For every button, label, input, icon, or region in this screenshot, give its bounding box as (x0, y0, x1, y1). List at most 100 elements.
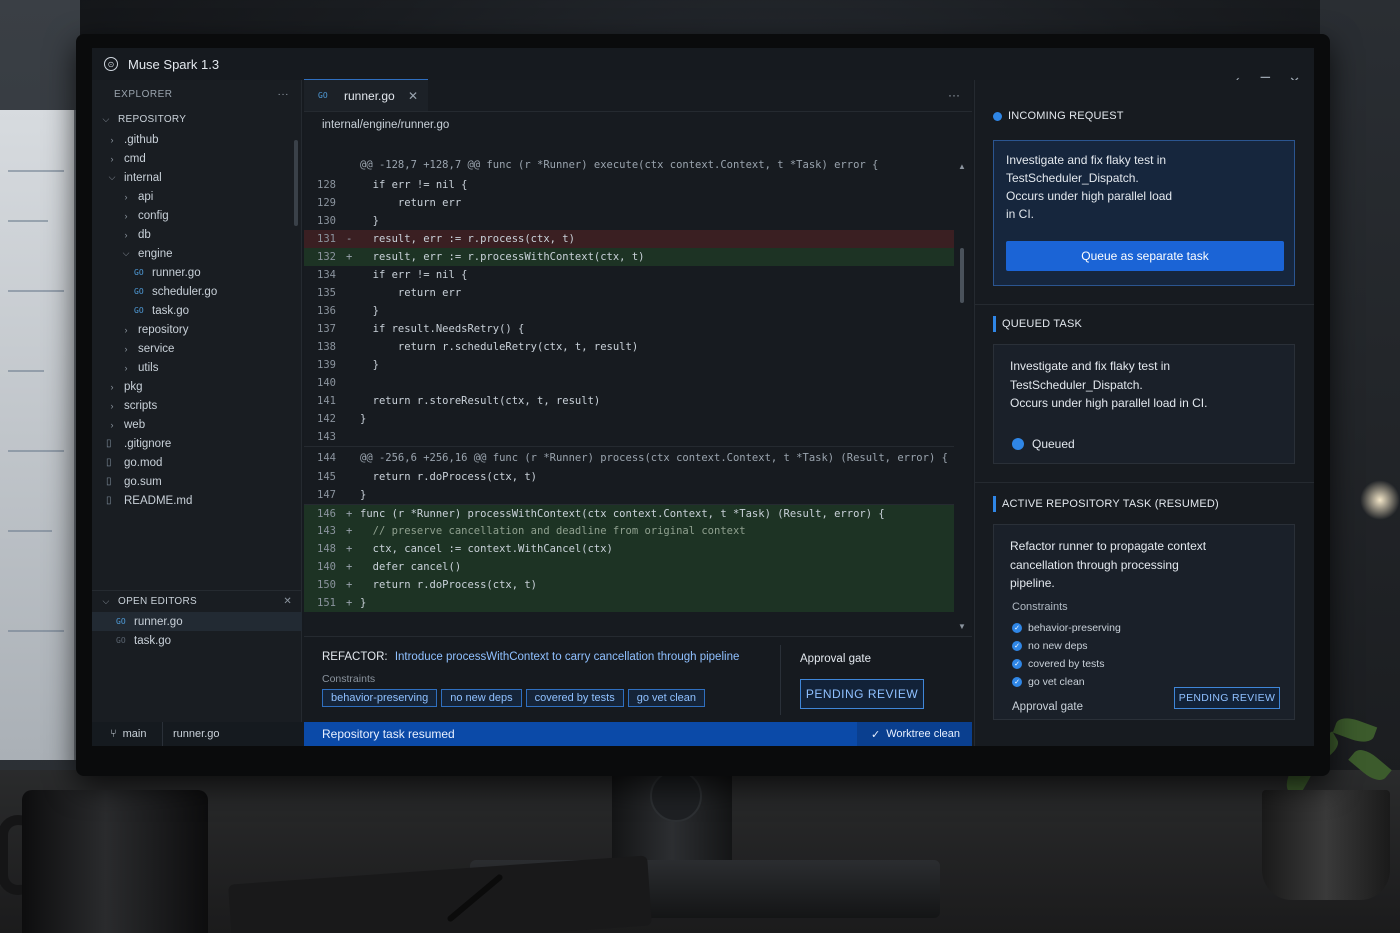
footer-file: runner.go (162, 722, 219, 746)
line-number: 138 (317, 341, 336, 353)
text-line: Refactor runner to propagate context (1010, 539, 1207, 553)
scroll-up-icon[interactable]: ▲ (958, 162, 966, 171)
tree-item[interactable]: ⌵ engine (92, 244, 301, 263)
sidebar-scrollbar[interactable] (294, 140, 298, 226)
constraint-chip: no new deps (441, 689, 522, 707)
constraints-label: Constraints (322, 673, 376, 685)
pending-review-button[interactable]: PENDING REVIEW (1174, 687, 1280, 709)
pending-review-button[interactable]: PENDING REVIEW (800, 679, 924, 709)
tree-item[interactable]: › db (92, 225, 301, 244)
open-editors-header[interactable]: ⌵ OPEN EDITORS ✕ (92, 590, 302, 612)
divider (975, 304, 1314, 305)
line-number: 143 (317, 431, 336, 443)
code-text: @@ -256,6 +256,16 @@ func (r *Runner) pr… (360, 451, 948, 464)
tree-item-label: engine (138, 247, 173, 260)
active-task-card[interactable]: Refactor runner to propagate context can… (993, 524, 1295, 720)
queued-status: Queued (1012, 437, 1075, 451)
section-marker-icon (993, 496, 996, 512)
queued-status-label: Queued (1032, 437, 1075, 451)
plant-pot (1262, 790, 1390, 900)
tree-item[interactable]: ▯ README.md (92, 491, 301, 510)
diff-view[interactable]: @@ -128,7 +128,7 @@ func (r *Runner) exe… (304, 154, 954, 632)
queue-separate-task-button[interactable]: Queue as separate task (1006, 241, 1284, 271)
chevron-right-icon: › (110, 134, 114, 145)
code-text: return err (360, 287, 462, 299)
diff-removed-line: 131- result, err := r.process(ctx, t) (304, 230, 954, 248)
tree-item[interactable]: › web (92, 415, 301, 434)
tree-item[interactable]: › repository (92, 320, 301, 339)
tree-item[interactable]: ▯ go.sum (92, 472, 301, 491)
code-scrollbar[interactable] (960, 248, 964, 303)
code-text: func (r *Runner) processWithContext(ctx … (360, 507, 885, 520)
line-number: 132 (317, 251, 336, 263)
tree-item-label: web (124, 418, 146, 431)
close-all-icon[interactable]: ✕ (283, 596, 292, 607)
line-number: 130 (317, 215, 336, 227)
divider (780, 645, 781, 715)
repository-section[interactable]: ⌵ REPOSITORY (92, 108, 301, 130)
tree-item[interactable]: ⌵ internal (92, 168, 301, 187)
branch-indicator[interactable]: ⑂ main (92, 728, 162, 740)
file-icon: ▯ (106, 495, 112, 506)
check-circle-icon: ✓ (1012, 659, 1022, 669)
go-file-icon: GO (318, 91, 328, 100)
coffee-mug (22, 790, 208, 933)
text-line: Occurs under high parallel load in CI. (1010, 396, 1208, 410)
constraint-item: ✓ covered by tests (1012, 655, 1121, 673)
tree-item[interactable]: › api (92, 187, 301, 206)
file-icon: ▯ (106, 476, 112, 487)
tree-item[interactable]: › .github (92, 130, 301, 149)
queued-task-header: QUEUED TASK (993, 316, 1082, 332)
tree-item[interactable]: › service (92, 339, 301, 358)
line-number: 135 (317, 287, 336, 299)
chevron-down-icon: ⌵ (108, 172, 116, 182)
more-icon[interactable]: ··· (948, 88, 960, 102)
tree-item[interactable]: › scripts (92, 396, 301, 415)
more-icon[interactable]: ··· (278, 89, 290, 100)
check-circle-icon: ✓ (1012, 677, 1022, 687)
tree-item[interactable]: ▯ .gitignore (92, 434, 301, 453)
close-tab-icon[interactable]: ✕ (408, 89, 418, 103)
diff-context-line: 140 (304, 374, 954, 392)
tree-item-label: config (138, 209, 169, 222)
chevron-right-icon: › (124, 210, 128, 221)
diff-marker: + (346, 525, 353, 537)
tree-item-label: runner.go (152, 266, 201, 279)
tree-item[interactable]: › utils (92, 358, 301, 377)
code-text: return r.doProcess(ctx, t) (360, 471, 538, 483)
explorer-header: EXPLORER ··· (92, 80, 301, 108)
tree-item-label: utils (138, 361, 159, 374)
queued-task-card[interactable]: Investigate and fix flaky test in TestSc… (993, 344, 1295, 464)
tree-item-label: db (138, 228, 151, 241)
diff-added-line: 143 + // preserve cancellation and deadli… (304, 522, 954, 540)
line-number: 131 (317, 233, 336, 245)
open-editor-label: task.go (134, 634, 172, 647)
diff-marker: + (346, 507, 353, 520)
repository-section-label: REPOSITORY (118, 113, 187, 125)
line-number: 136 (317, 305, 336, 317)
open-editor-item[interactable]: GO runner.go (92, 612, 302, 631)
tree-item[interactable]: › cmd (92, 149, 301, 168)
line-number: 142 (317, 413, 336, 425)
tree-item[interactable]: GO task.go (92, 301, 301, 320)
tab-runner-go[interactable]: GO runner.go ✕ (304, 79, 428, 111)
tree-item[interactable]: GO scheduler.go (92, 282, 301, 301)
active-task-header: ACTIVE REPOSITORY TASK (RESUMED) (993, 496, 1219, 512)
code-text: if err != nil { (360, 179, 468, 191)
queued-task-title: QUEUED TASK (1002, 318, 1083, 330)
scroll-down-icon[interactable]: ▼ (958, 622, 966, 631)
open-editor-item[interactable]: GO task.go (92, 631, 302, 650)
tree-item[interactable]: › config (92, 206, 301, 225)
refactor-title: REFACTOR: Introduce processWithContext t… (322, 651, 739, 663)
code-text: @@ -128,7 +128,7 @@ func (r *Runner) exe… (360, 159, 879, 171)
active-task-title: ACTIVE REPOSITORY TASK (RESUMED) (1002, 498, 1219, 510)
tree-item[interactable]: ▯ go.mod (92, 453, 301, 472)
tree-item-label: cmd (124, 152, 146, 165)
tree-item-label: .github (124, 133, 159, 146)
chevron-right-icon: › (110, 153, 114, 164)
tree-item[interactable]: GO runner.go (92, 263, 301, 282)
line-number: 145 (317, 471, 336, 483)
code-text: } (360, 597, 367, 609)
tree-item[interactable]: › pkg (92, 377, 301, 396)
app-window: ⊙ Muse Spark 1.3 ✓ ☰ ✕ EXPLORER ··· ⌵ RE… (92, 48, 1314, 746)
